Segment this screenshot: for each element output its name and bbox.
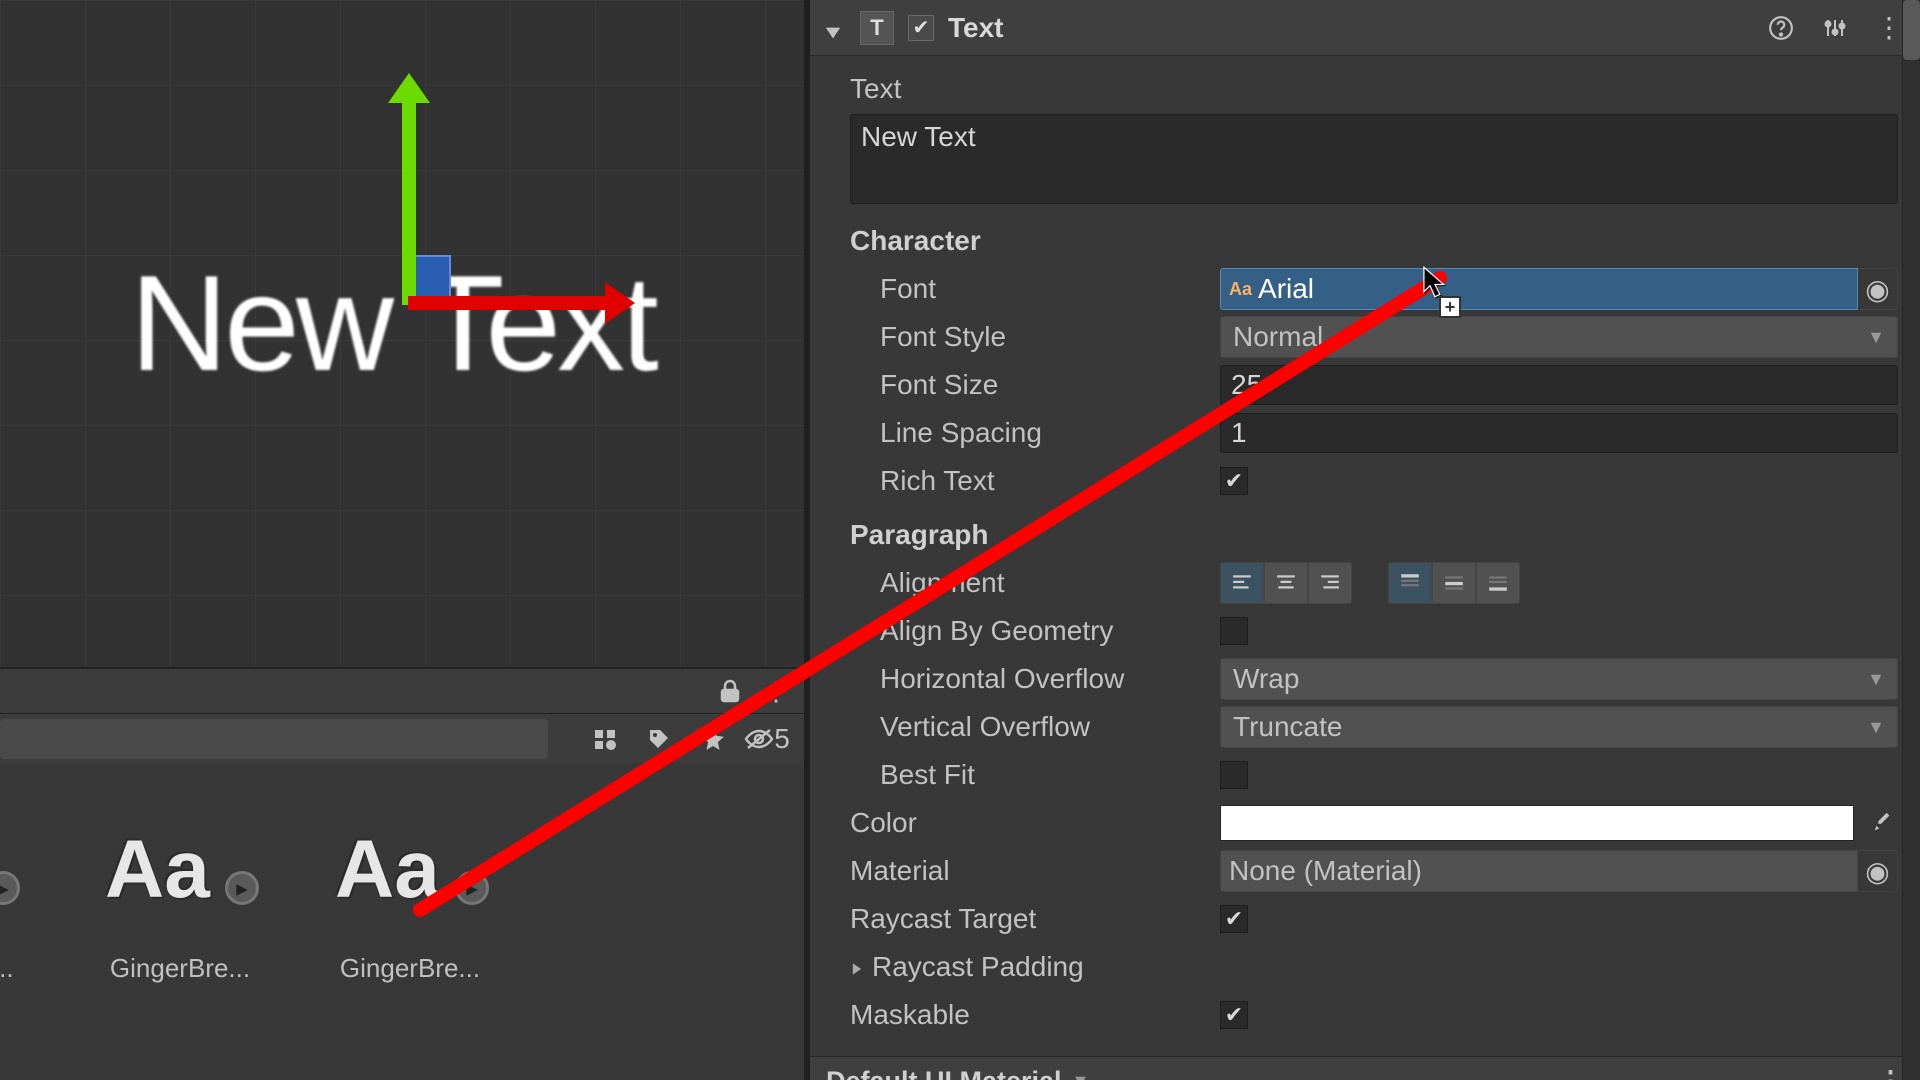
material-header[interactable]: Default UI Material ▼ ⋮	[810, 1056, 1920, 1080]
align-right-button[interactable]	[1308, 562, 1352, 604]
line-spacing-value: 1	[1231, 417, 1247, 449]
font-style-label[interactable]: Font Style	[850, 321, 1220, 353]
vertical-overflow-value: Truncate	[1233, 711, 1342, 743]
horizontal-overflow-dropdown[interactable]: Wrap ▼	[1220, 658, 1898, 700]
hidden-count[interactable]: 5	[742, 719, 792, 759]
material-value: None (Material)	[1229, 855, 1422, 887]
align-by-geometry-checkbox[interactable]	[1220, 617, 1248, 645]
filter-by-label-icon[interactable]	[634, 719, 684, 759]
asset-font-file[interactable]: F ▸ Bre...	[0, 793, 35, 984]
component-title: Text	[948, 12, 1004, 44]
play-icon[interactable]: ▸	[0, 871, 20, 905]
color-field[interactable]	[1220, 805, 1854, 841]
align-top-button[interactable]	[1388, 562, 1432, 604]
rich-text-checkbox[interactable]: ✔	[1220, 467, 1248, 495]
component-menu-icon[interactable]: ⋮	[1872, 11, 1906, 45]
chevron-down-icon: ▼	[1072, 1071, 1090, 1080]
horizontal-overflow-label[interactable]: Horizontal Overflow	[850, 663, 1220, 695]
raycast-target-label[interactable]: Raycast Target	[850, 903, 1220, 935]
rich-text-label[interactable]: Rich Text	[850, 465, 1220, 497]
foldout-icon[interactable]	[850, 951, 864, 983]
raycast-target-checkbox[interactable]: ✔	[1220, 905, 1248, 933]
raycast-padding-label[interactable]: Raycast Padding	[872, 951, 1084, 983]
object-picker-icon[interactable]: ◉	[1858, 850, 1898, 892]
lock-icon[interactable]	[710, 673, 750, 709]
material-header-label: Default UI Material	[826, 1066, 1062, 1080]
material-field[interactable]: None (Material) ◉	[1220, 850, 1898, 892]
text-label: Text	[850, 73, 1220, 105]
foldout-icon[interactable]	[824, 17, 846, 39]
filter-by-type-icon[interactable]	[580, 719, 630, 759]
scene-view[interactable]: New Text	[0, 0, 804, 667]
maskable-label[interactable]: Maskable	[850, 999, 1220, 1031]
chevron-down-icon: ▼	[1867, 669, 1885, 690]
vertical-overflow-dropdown[interactable]: Truncate ▼	[1220, 706, 1898, 748]
font-size-input[interactable]: 25	[1220, 365, 1898, 405]
material-label[interactable]: Material	[850, 855, 1220, 887]
alignment-label[interactable]: Alignment	[850, 567, 1220, 599]
asset-label: GingerBre...	[325, 953, 495, 984]
inspector-scrollbar[interactable]	[1902, 0, 1920, 1080]
help-icon[interactable]	[1764, 11, 1798, 45]
project-search-input[interactable]	[0, 719, 548, 759]
scrollbar-thumb[interactable]	[1903, 0, 1920, 60]
horizontal-alignment-group	[1220, 562, 1352, 604]
component-enabled-checkbox[interactable]: ✔	[908, 15, 934, 41]
eyedropper-icon[interactable]	[1866, 807, 1898, 839]
vertical-alignment-group	[1388, 562, 1520, 604]
color-label[interactable]: Color	[850, 807, 1220, 839]
play-icon[interactable]: ▸	[455, 871, 489, 905]
asset-font-variant[interactable]: Aa ▸ GingerBre...	[95, 793, 265, 984]
project-header: ⋮	[0, 667, 804, 713]
align-middle-button[interactable]	[1432, 562, 1476, 604]
align-center-button[interactable]	[1264, 562, 1308, 604]
assets-grid[interactable]: F ▸ Bre... Aa ▸ GingerBre... Aa ▸ Ginger…	[0, 763, 804, 984]
hidden-count-value: 5	[774, 723, 790, 755]
font-style-dropdown[interactable]: Normal ▼	[1220, 316, 1898, 358]
asset-label: Bre...	[0, 953, 35, 984]
chevron-down-icon: ▼	[1867, 717, 1885, 738]
best-fit-checkbox[interactable]	[1220, 761, 1248, 789]
best-fit-label[interactable]: Best Fit	[850, 759, 1220, 791]
text-component-icon: T	[860, 11, 894, 45]
gizmo-x-axis[interactable]	[408, 296, 613, 310]
font-size-label[interactable]: Font Size	[850, 369, 1220, 401]
project-panel: ⋮ 5 F ▸ Bre... Aa ▸	[0, 667, 804, 1080]
text-input[interactable]: New Text	[850, 114, 1898, 204]
material-menu-icon[interactable]: ⋮	[1877, 1066, 1904, 1080]
favorites-icon[interactable]	[688, 719, 738, 759]
align-bottom-button[interactable]	[1476, 562, 1520, 604]
preset-icon[interactable]	[1818, 11, 1852, 45]
font-label[interactable]: Font	[850, 273, 1220, 305]
object-picker-icon[interactable]: ◉	[1858, 268, 1898, 310]
project-toolbar: 5	[0, 713, 804, 763]
font-value: Arial	[1258, 273, 1314, 305]
project-menu-icon[interactable]: ⋮	[756, 673, 796, 709]
font-size-value: 25	[1231, 369, 1262, 401]
line-spacing-label[interactable]: Line Spacing	[850, 417, 1220, 449]
font-style-value: Normal	[1233, 321, 1323, 353]
vertical-overflow-label[interactable]: Vertical Overflow	[850, 711, 1220, 743]
chevron-down-icon: ▼	[1867, 327, 1885, 348]
paragraph-header: Paragraph	[850, 519, 1220, 551]
font-field[interactable]: Aa Arial ◉	[1220, 268, 1898, 310]
asset-font-variant[interactable]: Aa ▸ GingerBre...	[325, 793, 495, 984]
asset-label: GingerBre...	[95, 953, 265, 984]
scene-object-text[interactable]: New Text	[130, 245, 655, 401]
line-spacing-input[interactable]: 1	[1220, 413, 1898, 453]
align-left-button[interactable]	[1220, 562, 1264, 604]
horizontal-overflow-value: Wrap	[1233, 663, 1299, 695]
character-header: Character	[850, 225, 1220, 257]
play-icon[interactable]: ▸	[225, 871, 259, 905]
inspector-panel: T ✔ Text ⋮ Text New Text Character Font …	[810, 0, 1920, 1080]
maskable-checkbox[interactable]: ✔	[1220, 1001, 1248, 1029]
font-asset-icon: Aa	[1229, 279, 1252, 300]
gizmo-y-axis[interactable]	[402, 95, 416, 305]
text-value: New Text	[861, 121, 976, 152]
text-component-header[interactable]: T ✔ Text ⋮	[810, 0, 1920, 56]
align-by-geometry-label[interactable]: Align By Geometry	[850, 615, 1220, 647]
